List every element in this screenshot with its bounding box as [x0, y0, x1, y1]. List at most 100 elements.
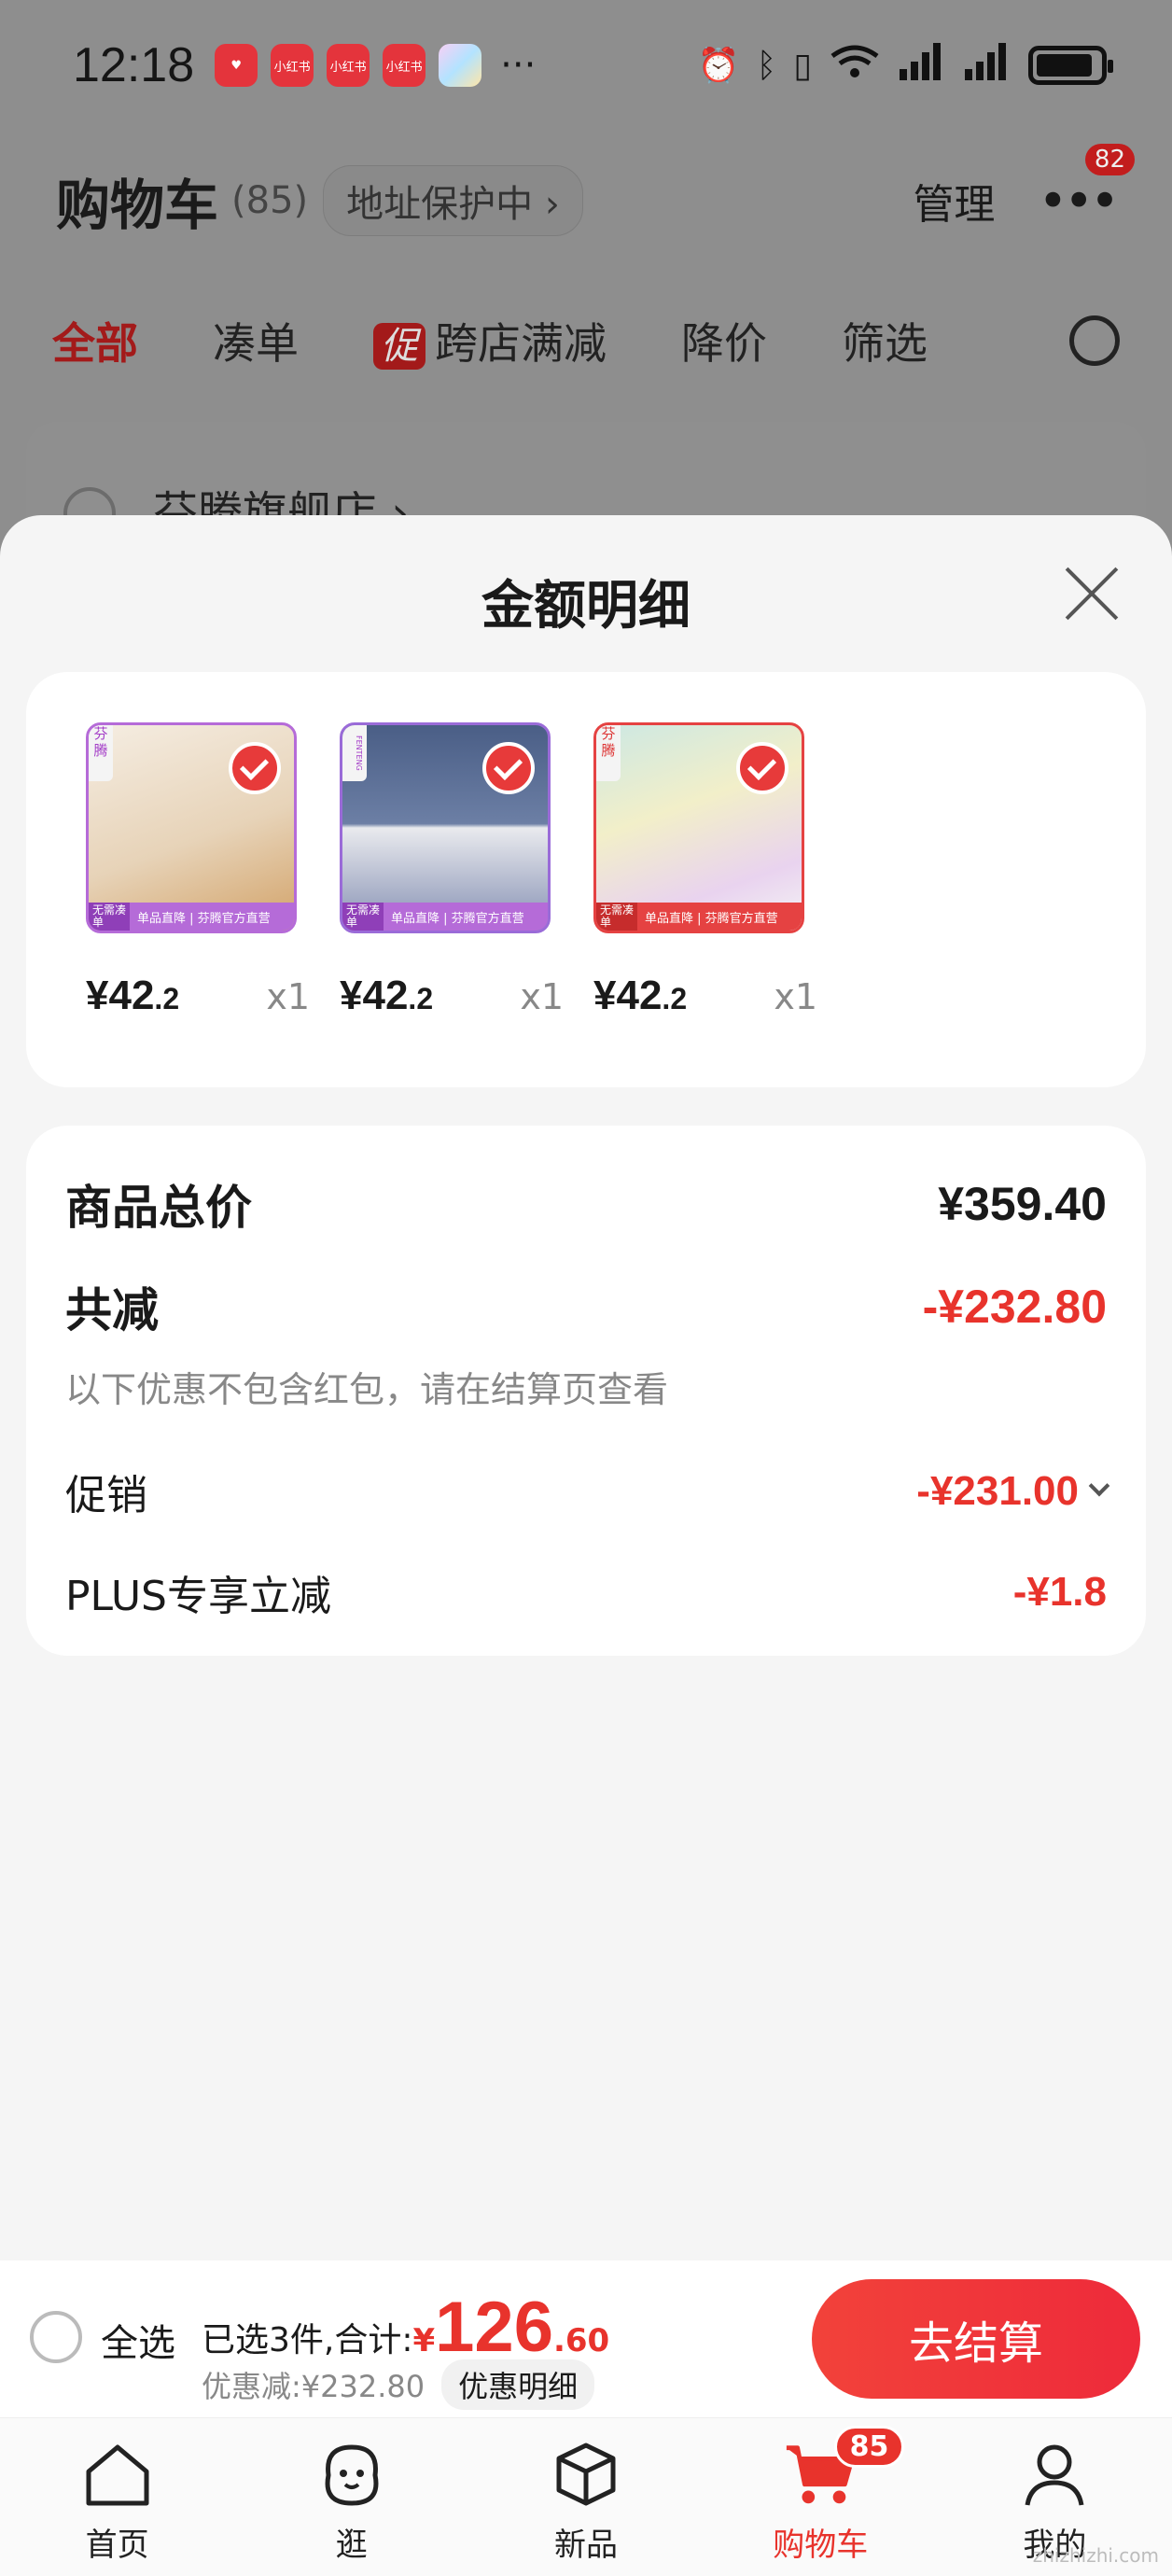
- wifi-icon: [829, 43, 881, 89]
- price-dec: .2: [154, 982, 180, 1015]
- nav-cart[interactable]: 85 购物车: [704, 2418, 938, 2576]
- checked-icon: [229, 742, 281, 794]
- alarm-icon: ⏰: [697, 47, 740, 85]
- more-dots-icon: •••: [1038, 171, 1120, 231]
- promo-tag: 促: [373, 323, 426, 370]
- price-int: ¥42: [593, 973, 663, 1018]
- clock: 12:18: [73, 38, 195, 92]
- more-menu-button[interactable]: ••• 82: [1038, 143, 1135, 231]
- tab-label: 跨店满减: [435, 318, 607, 369]
- item-qty: x1: [266, 976, 310, 1017]
- promotion-value: -¥231.00: [916, 1468, 1079, 1514]
- price-int: ¥42: [86, 973, 155, 1018]
- promo-strip: 无需凑单 单品直降 | 芬腾官方直营: [342, 903, 548, 931]
- item-price: ¥42.2: [593, 973, 687, 1019]
- no-bundle-tag: 无需凑单: [342, 903, 384, 931]
- select-all-radio[interactable]: [30, 2311, 82, 2363]
- signal-icon: [963, 42, 1012, 89]
- brand-label: FENTENG: [342, 725, 367, 781]
- message-badge: 82: [1084, 143, 1135, 175]
- select-all-label[interactable]: 全选: [101, 2313, 175, 2367]
- battery-level: [1037, 54, 1093, 77]
- total-price-row: 商品总价 ¥359.40: [65, 1170, 1107, 1238]
- xiaohongshu-icon: 小红书: [271, 44, 314, 87]
- manage-button[interactable]: 管理: [913, 171, 995, 231]
- product-thumbnail: 芬腾 无需凑单 单品直降 | 芬腾官方直营: [86, 722, 297, 933]
- total-price-label: 商品总价: [65, 1181, 252, 1235]
- cart-count: (85): [231, 179, 309, 222]
- tab-cross-store[interactable]: 促跨店满减: [373, 310, 607, 371]
- nav-label: 首页: [85, 2527, 149, 2564]
- promotion-row[interactable]: 促销 -¥231.00: [65, 1462, 1110, 1521]
- tab-all[interactable]: 全部: [52, 310, 138, 371]
- item-price: ¥42.2: [340, 973, 433, 1019]
- price-summary-card: 商品总价 ¥359.40 共减 -¥232.80 以下优惠不包含红包，请在结算页…: [26, 1126, 1146, 1656]
- address-protection-pill[interactable]: 地址保护中 ›: [323, 165, 583, 236]
- search-icon[interactable]: [1069, 315, 1120, 366]
- cart-header: 购物车 (85) 地址保护中 › 管理 ••• 82: [0, 143, 1172, 252]
- app-notification-icon: [439, 44, 482, 87]
- promo-strip: 无需凑单 单品直降 | 芬腾官方直营: [596, 903, 802, 931]
- product-thumbnail: 芬腾 无需凑单 单品直降 | 芬腾官方直营: [593, 722, 804, 933]
- nav-explore[interactable]: 逛: [234, 2418, 468, 2576]
- user-icon: [1017, 2437, 1092, 2512]
- page-title: 购物车: [56, 174, 219, 237]
- promo-strip-text: 单品直降 | 芬腾官方直营: [391, 911, 524, 926]
- promo-strip: 无需凑单 单品直降 | 芬腾官方直营: [89, 903, 294, 931]
- reduction-note: 以下优惠不包含红包，请在结算页查看: [65, 1369, 669, 1410]
- battery-icon: [1028, 46, 1113, 85]
- signal-icon: [898, 42, 946, 89]
- app-notification-icon: ♥: [215, 44, 258, 87]
- xiaohongshu-icon: 小红书: [327, 44, 370, 87]
- product-thumbnail: FENTENG 无需凑单 单品直降 | 芬腾官方直营: [340, 722, 551, 933]
- plus-discount-label: PLUS专享立减: [65, 1573, 331, 1620]
- promo-strip-text: 单品直降 | 芬腾官方直营: [137, 911, 271, 926]
- sheet-title: 金额明细: [481, 576, 691, 637]
- list-item[interactable]: 芬腾 无需凑单 单品直降 | 芬腾官方直营 ¥42.2 x1: [593, 722, 817, 1019]
- list-item[interactable]: 芬腾 无需凑单 单品直降 | 芬腾官方直营 ¥42.2 x1: [86, 722, 310, 1019]
- checked-icon: [736, 742, 788, 794]
- price-dec: .2: [662, 982, 688, 1015]
- home-icon: [80, 2437, 155, 2512]
- nav-new[interactable]: 新品: [468, 2418, 703, 2576]
- nav-label: 逛: [335, 2527, 368, 2564]
- total-price-value: ¥359.40: [938, 1178, 1107, 1230]
- selected-items-card: 芬腾 无需凑单 单品直降 | 芬腾官方直营 ¥42.2 x1 FENTENG 无需…: [26, 672, 1146, 1087]
- close-icon[interactable]: [1062, 564, 1122, 623]
- tab-price-drop[interactable]: 降价: [681, 310, 767, 371]
- status-bar: 12:18 ♥ 小红书 小红书 小红书 ··· ⏰ ᛒ ▯: [0, 0, 1172, 131]
- list-item[interactable]: FENTENG 无需凑单 单品直降 | 芬腾官方直营 ¥42.2 x1: [340, 722, 564, 1019]
- nav-label: 新品: [554, 2527, 618, 2564]
- no-bundle-tag: 无需凑单: [596, 903, 637, 931]
- cart-badge: 85: [833, 2426, 905, 2468]
- price-row: ¥42.2 x1: [86, 973, 310, 1019]
- tab-filter[interactable]: 筛选: [842, 310, 928, 371]
- system-icons: ⏰ ᛒ ▯: [697, 42, 1113, 89]
- tab-bundle[interactable]: 凑单: [213, 310, 299, 371]
- price-int: ¥42: [340, 973, 409, 1018]
- item-qty: x1: [520, 976, 564, 1017]
- explore-icon: [314, 2437, 389, 2512]
- price-dec: .2: [408, 982, 434, 1015]
- cube-icon: [549, 2437, 623, 2512]
- item-price: ¥42.2: [86, 973, 179, 1019]
- item-qty: x1: [774, 976, 817, 1017]
- checkout-bar: 全选 已选3件,合计: ¥ 126 .60 优惠减:¥232.80 优惠明细 去…: [0, 2261, 1172, 2417]
- amount-detail-sheet: 金额明细 芬腾 无需凑单 单品直降 | 芬腾官方直营 ¥42.2 x1 FENTE…: [0, 515, 1172, 2261]
- total-reduction-label: 共减: [65, 1283, 159, 1337]
- bottom-nav: 首页 逛 新品 85 购物车 我的 zhizhizhi.com: [0, 2417, 1172, 2576]
- selected-count-label: 已选3件,合计:: [202, 2321, 413, 2359]
- plus-discount-row: PLUS专享立减 -¥1.8: [65, 1562, 1107, 1622]
- checked-icon: [482, 742, 535, 794]
- discount-detail-button[interactable]: 优惠明细: [441, 2359, 595, 2410]
- promotion-label: 促销: [65, 1472, 147, 1519]
- total-line: 已选3件,合计: ¥ 126 .60: [202, 2287, 609, 2368]
- vibrate-icon: ▯: [793, 46, 812, 85]
- nav-home[interactable]: 首页: [0, 2418, 234, 2576]
- notification-icons: ♥ 小红书 小红书 小红书: [215, 44, 482, 87]
- brand-label: 芬腾: [596, 725, 621, 781]
- chevron-down-icon: [1088, 1475, 1110, 1497]
- promo-strip-text: 单品直降 | 芬腾官方直营: [645, 911, 778, 926]
- checkout-button[interactable]: 去结算: [812, 2279, 1140, 2399]
- promotion-value-wrap: -¥231.00: [916, 1468, 1110, 1515]
